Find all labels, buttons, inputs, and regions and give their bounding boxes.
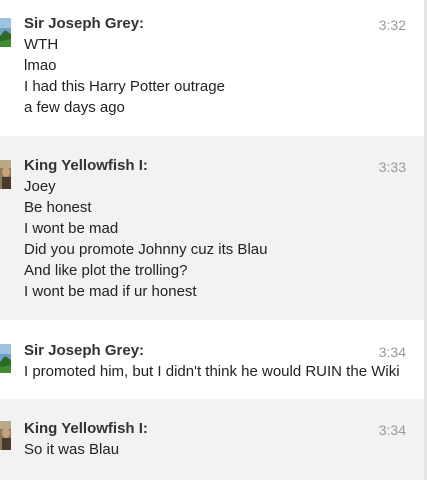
avatar[interactable] [0,421,11,450]
message-line: I wont be mad if ur honest [24,283,197,300]
message-line: I wont be mad [24,220,119,237]
avatar[interactable] [0,160,11,189]
message-line: a few days ago [24,99,125,116]
avatar[interactable] [0,18,11,47]
message-group: King Yellowfish I: 3:34 So it was Blau [0,399,424,480]
message-timestamp: 3:33 [378,159,406,175]
message-timestamp: 3:34 [378,422,406,438]
message-line: I promoted him, but I didn't think he wo… [24,363,400,380]
message-line: Joey [24,178,56,195]
message-group: Sir Joseph Grey: 3:34 I promoted him, bu… [0,320,424,399]
message-line: I had this Harry Potter outrage [24,78,225,95]
chat-log: Sir Joseph Grey: 3:32 WTH lmao I had thi… [0,0,424,480]
message-line: Did you promote Johnny cuz its Blau [24,241,268,258]
message-group: Sir Joseph Grey: 3:32 WTH lmao I had thi… [0,0,424,136]
message-lines: WTH lmao I had this Harry Potter outrage… [24,34,225,118]
message-group: King Yellowfish I: 3:33 Joey Be honest I… [0,136,424,320]
sender-name[interactable]: Sir Joseph Grey: [24,15,144,33]
message-lines: I promoted him, but I didn't think he wo… [24,361,400,382]
message-line: WTH [24,36,59,53]
message-line: lmao [24,57,57,74]
avatar[interactable] [0,344,11,373]
message-lines: Joey Be honest I wont be mad Did you pro… [24,176,267,302]
message-line: Be honest [24,199,92,216]
sender-name[interactable]: Sir Joseph Grey: [24,342,144,360]
message-timestamp: 3:34 [378,344,406,360]
message-line: So it was Blau [24,441,120,458]
message-lines: So it was Blau [24,439,119,460]
sender-name[interactable]: King Yellowfish I: [24,420,148,438]
message-timestamp: 3:32 [378,17,406,33]
sender-name[interactable]: King Yellowfish I: [24,157,148,175]
message-line: And like plot the trolling? [24,262,188,279]
